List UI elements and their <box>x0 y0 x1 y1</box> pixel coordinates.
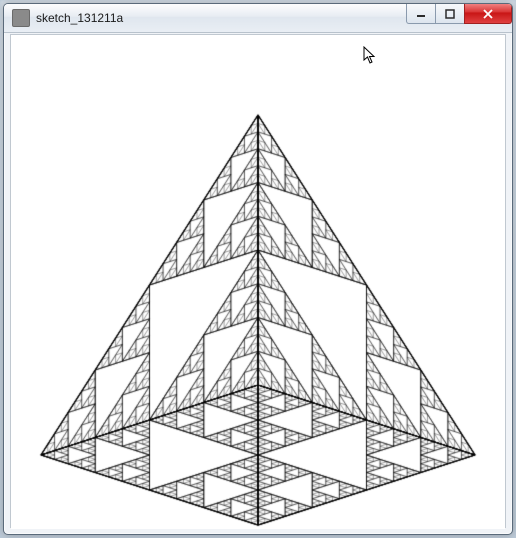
titlebar[interactable]: sketch_131211a <box>4 4 512 33</box>
window-title: sketch_131211a <box>36 11 123 25</box>
close-button[interactable] <box>464 4 512 24</box>
app-window: sketch_131211a <box>3 3 513 535</box>
maximize-button[interactable] <box>435 4 465 24</box>
minimize-icon <box>416 9 426 19</box>
sketch-canvas[interactable] <box>11 35 505 529</box>
close-icon <box>482 9 494 19</box>
sketch-client-area <box>10 34 506 528</box>
minimize-button[interactable] <box>406 4 436 24</box>
maximize-icon <box>445 9 455 19</box>
processing-app-icon <box>12 9 30 27</box>
window-controls <box>407 4 512 24</box>
